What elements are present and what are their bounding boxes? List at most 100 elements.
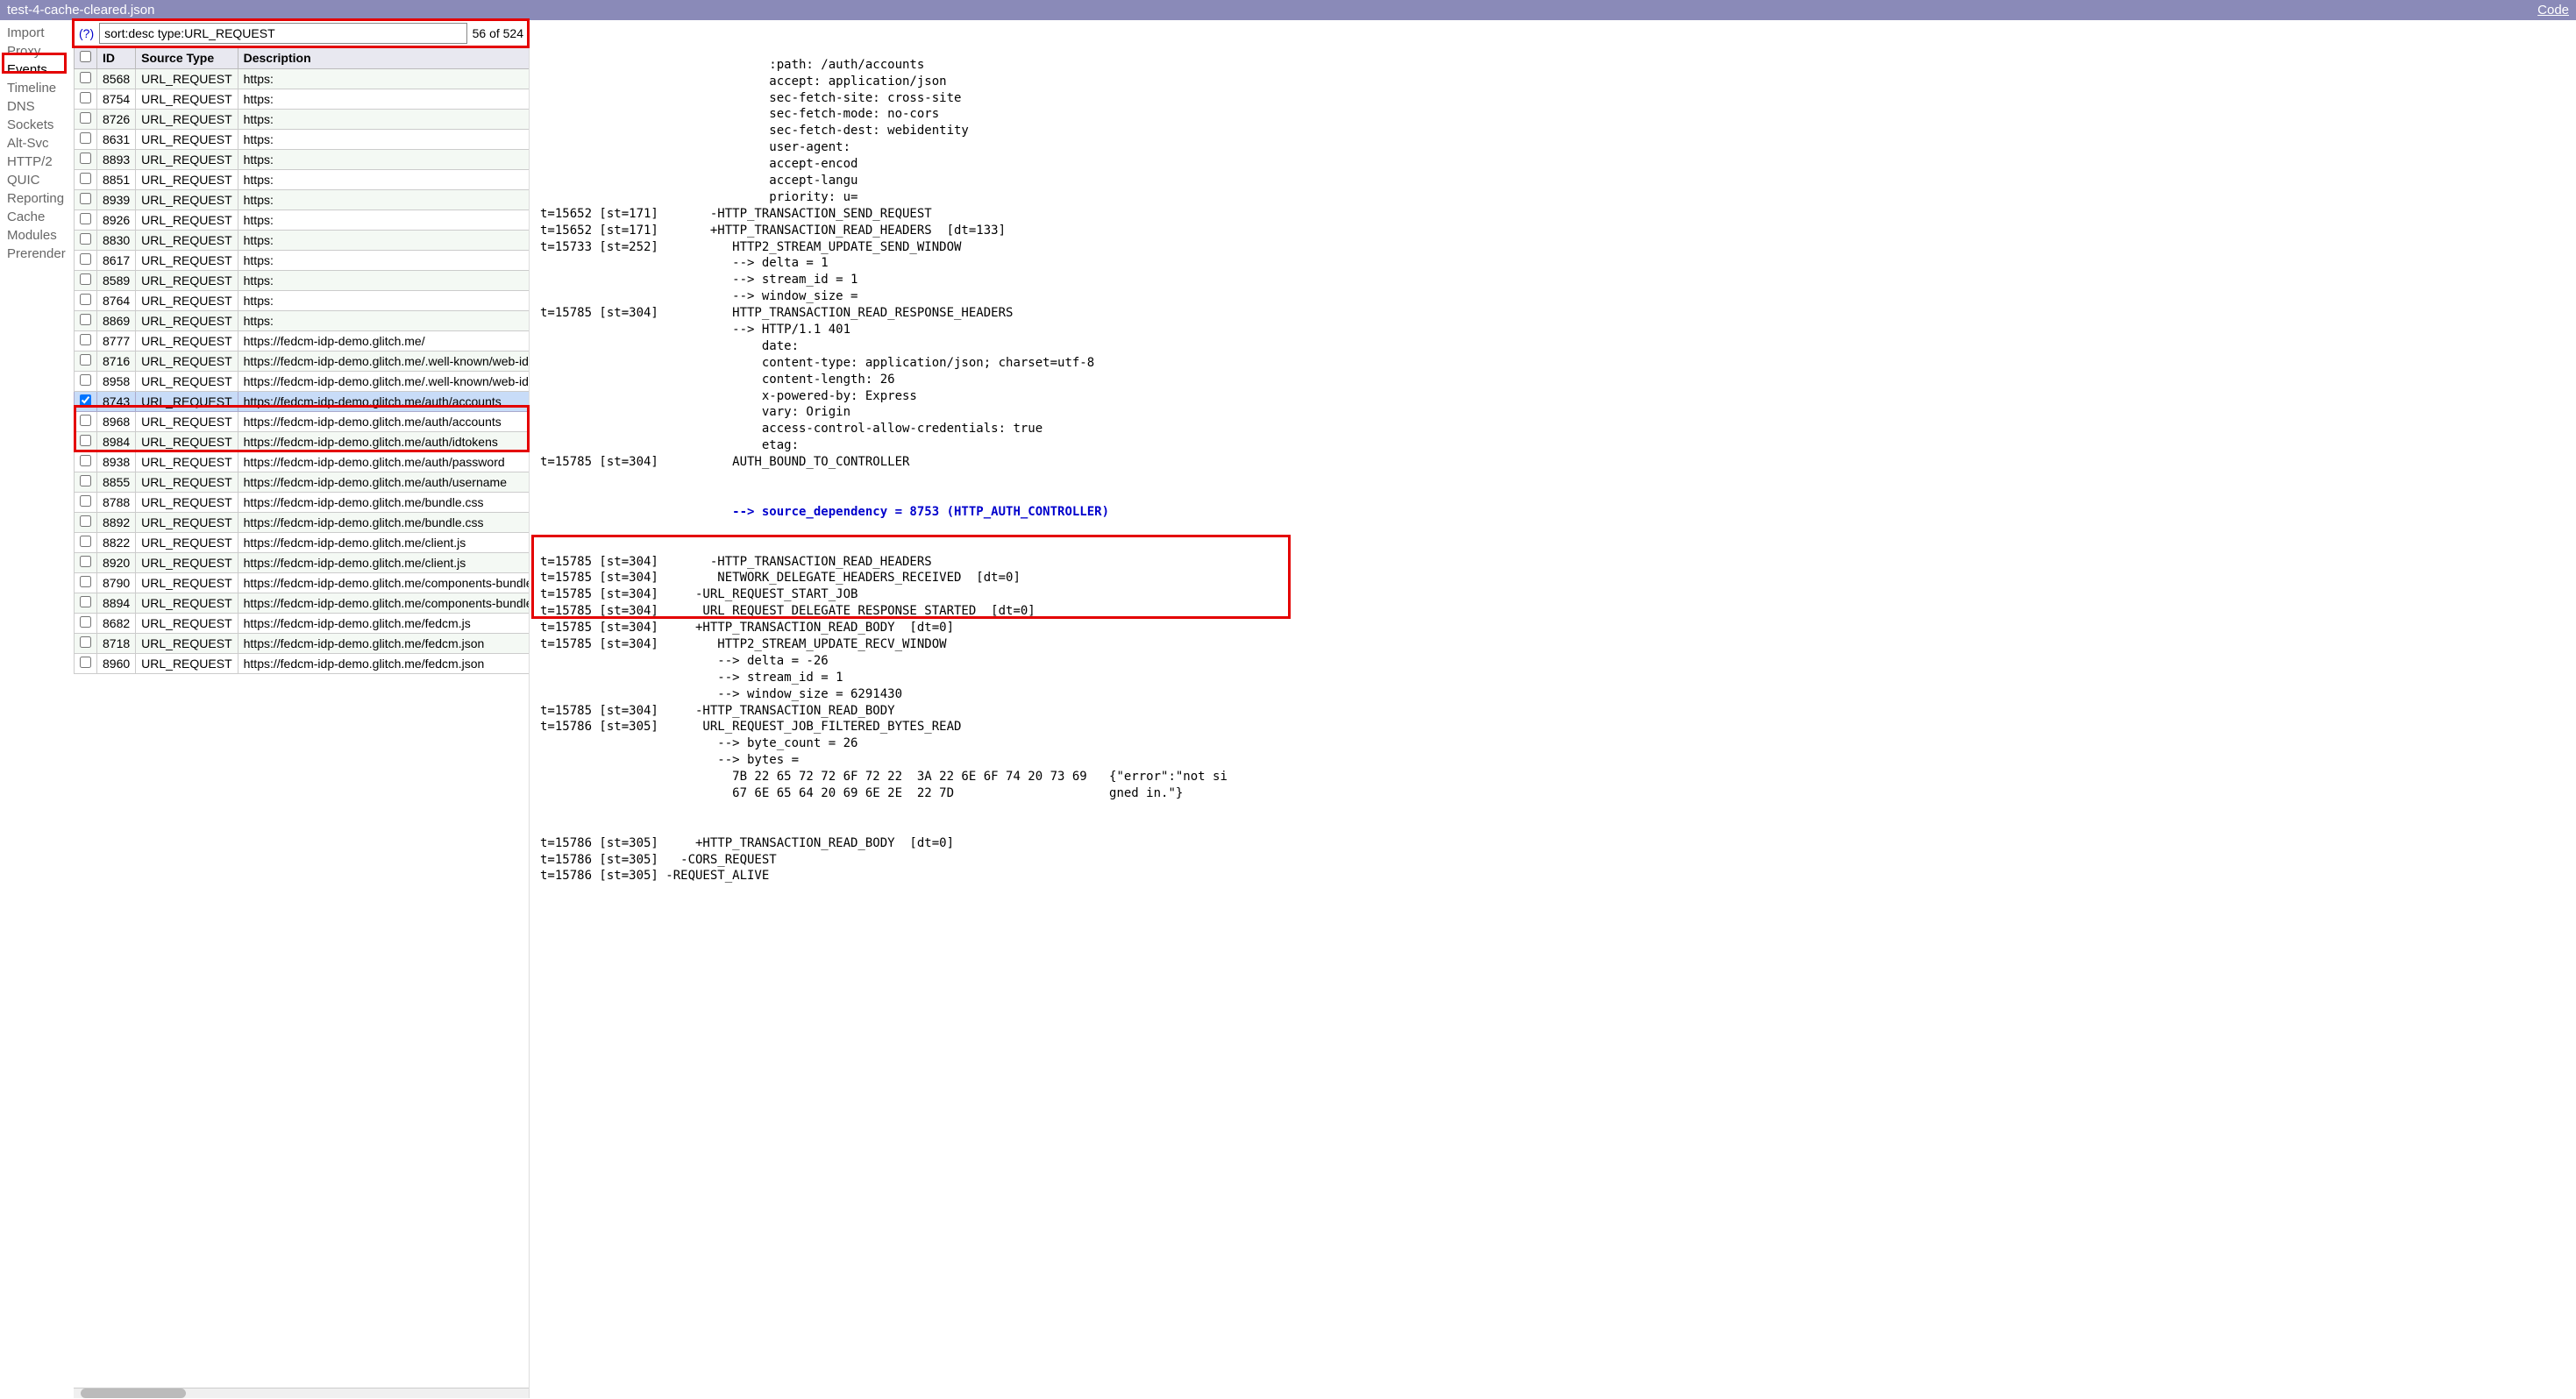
row-checkbox[interactable] (80, 374, 91, 386)
row-checkbox[interactable] (80, 273, 91, 285)
col-header-id[interactable]: ID (97, 47, 136, 69)
row-checkbox[interactable] (80, 294, 91, 305)
code-link[interactable]: Code (2537, 3, 2569, 18)
cell-type: URL_REQUEST (136, 231, 238, 251)
row-checkbox[interactable] (80, 72, 91, 83)
table-row[interactable]: 8754URL_REQUESThttps: (75, 89, 530, 110)
cell-id: 8892 (97, 513, 136, 533)
row-checkbox[interactable] (80, 132, 91, 144)
nav-item-import[interactable]: Import (0, 24, 74, 42)
table-row[interactable]: 8631URL_REQUESThttps: (75, 130, 530, 150)
col-header-type[interactable]: Source Type (136, 47, 238, 69)
table-row[interactable]: 8788URL_REQUESThttps://fedcm-idp-demo.gl… (75, 493, 530, 513)
row-checkbox[interactable] (80, 153, 91, 164)
row-checkbox[interactable] (80, 616, 91, 628)
cell-id: 8788 (97, 493, 136, 513)
table-row[interactable]: 8830URL_REQUESThttps: (75, 231, 530, 251)
table-row[interactable]: 8892URL_REQUESThttps://fedcm-idp-demo.gl… (75, 513, 530, 533)
nav-item-prerender[interactable]: Prerender (0, 245, 74, 263)
row-checkbox[interactable] (80, 455, 91, 466)
table-row[interactable]: 8718URL_REQUESThttps://fedcm-idp-demo.gl… (75, 634, 530, 654)
help-link[interactable]: (?) (79, 26, 94, 40)
nav-item-sockets[interactable]: Sockets (0, 116, 74, 134)
table-row[interactable]: 8958URL_REQUESThttps://fedcm-idp-demo.gl… (75, 372, 530, 392)
row-checkbox[interactable] (80, 193, 91, 204)
nav-item-dns[interactable]: DNS (0, 97, 74, 116)
nav-item-quic[interactable]: QUIC (0, 171, 74, 189)
row-checkbox[interactable] (80, 354, 91, 366)
log-line: t=15785 [st=304] -HTTP_TRANSACTION_READ_… (540, 554, 2565, 571)
table-row[interactable]: 8716URL_REQUESThttps://fedcm-idp-demo.gl… (75, 352, 530, 372)
table-row[interactable]: 8938URL_REQUESThttps://fedcm-idp-demo.gl… (75, 452, 530, 472)
details-pane[interactable]: :path: /auth/accounts accept: applicatio… (530, 20, 2576, 1398)
row-checkbox[interactable] (80, 334, 91, 345)
row-checkbox[interactable] (80, 435, 91, 446)
nav-item-timeline[interactable]: Timeline (0, 79, 74, 97)
table-row[interactable]: 8589URL_REQUESThttps: (75, 271, 530, 291)
cell-desc: https://fedcm-idp-demo.glitch.me/fedcm.j… (238, 634, 529, 654)
nav-item-reporting[interactable]: Reporting (0, 189, 74, 208)
row-checkbox[interactable] (80, 415, 91, 426)
cell-desc: https: (238, 311, 529, 331)
row-checkbox[interactable] (80, 394, 91, 406)
nav-item-proxy[interactable]: Proxy (0, 42, 74, 60)
row-checkbox[interactable] (80, 636, 91, 648)
cell-id: 8726 (97, 110, 136, 130)
row-checkbox[interactable] (80, 173, 91, 184)
cell-id: 8939 (97, 190, 136, 210)
row-checkbox[interactable] (80, 314, 91, 325)
nav-item-cache[interactable]: Cache (0, 208, 74, 226)
row-checkbox[interactable] (80, 253, 91, 265)
table-row[interactable]: 8939URL_REQUESThttps: (75, 190, 530, 210)
table-row[interactable]: 8894URL_REQUESThttps://fedcm-idp-demo.gl… (75, 593, 530, 614)
row-checkbox[interactable] (80, 495, 91, 507)
filter-input[interactable] (99, 23, 466, 44)
row-checkbox[interactable] (80, 576, 91, 587)
row-checkbox[interactable] (80, 213, 91, 224)
table-row[interactable]: 8682URL_REQUESThttps://fedcm-idp-demo.gl… (75, 614, 530, 634)
table-row[interactable]: 8726URL_REQUESThttps: (75, 110, 530, 130)
select-all-checkbox[interactable] (80, 51, 91, 62)
table-row[interactable]: 8568URL_REQUESThttps: (75, 69, 530, 89)
nav-item-altsvc[interactable]: Alt-Svc (0, 134, 74, 153)
table-row[interactable]: 8764URL_REQUESThttps: (75, 291, 530, 311)
table-row[interactable]: 8893URL_REQUESThttps: (75, 150, 530, 170)
row-checkbox[interactable] (80, 536, 91, 547)
log-line: :path: /auth/accounts (540, 57, 2565, 74)
row-checkbox[interactable] (80, 233, 91, 245)
nav-item-events[interactable]: Events (0, 60, 74, 79)
table-row[interactable]: 8822URL_REQUESThttps://fedcm-idp-demo.gl… (75, 533, 530, 553)
table-row[interactable]: 8777URL_REQUESThttps://fedcm-idp-demo.gl… (75, 331, 530, 352)
row-checkbox[interactable] (80, 657, 91, 668)
table-row[interactable]: 8855URL_REQUESThttps://fedcm-idp-demo.gl… (75, 472, 530, 493)
cell-desc: https: (238, 251, 529, 271)
cell-type: URL_REQUEST (136, 291, 238, 311)
table-row[interactable]: 8984URL_REQUESThttps://fedcm-idp-demo.gl… (75, 432, 530, 452)
nav-item-modules[interactable]: Modules (0, 226, 74, 245)
cell-id: 8984 (97, 432, 136, 452)
cell-desc: https: (238, 110, 529, 130)
nav-item-http2[interactable]: HTTP/2 (0, 153, 74, 171)
table-row[interactable]: 8790URL_REQUESThttps://fedcm-idp-demo.gl… (75, 573, 530, 593)
row-checkbox[interactable] (80, 92, 91, 103)
col-header-check[interactable] (75, 47, 97, 69)
table-row[interactable]: 8920URL_REQUESThttps://fedcm-idp-demo.gl… (75, 553, 530, 573)
table-row[interactable]: 8960URL_REQUESThttps://fedcm-idp-demo.gl… (75, 654, 530, 674)
log-line: vary: Origin (540, 404, 2565, 421)
table-row[interactable]: 8968URL_REQUESThttps://fedcm-idp-demo.gl… (75, 412, 530, 432)
table-row[interactable]: 8926URL_REQUESThttps: (75, 210, 530, 231)
table-row[interactable]: 8743URL_REQUESThttps://fedcm-idp-demo.gl… (75, 392, 530, 412)
row-checkbox[interactable] (80, 515, 91, 527)
row-checkbox[interactable] (80, 475, 91, 486)
horizontal-scrollbar[interactable] (74, 1388, 529, 1398)
row-checkbox[interactable] (80, 556, 91, 567)
row-checkbox[interactable] (80, 596, 91, 607)
table-row[interactable]: 8617URL_REQUESThttps: (75, 251, 530, 271)
row-checkbox[interactable] (80, 112, 91, 124)
col-header-desc[interactable]: Description (238, 47, 529, 69)
log-line: accept-encod (540, 156, 2565, 173)
table-row[interactable]: 8851URL_REQUESThttps: (75, 170, 530, 190)
log-line: content-type: application/json; charset=… (540, 355, 2565, 372)
cell-type: URL_REQUEST (136, 89, 238, 110)
table-row[interactable]: 8869URL_REQUESThttps: (75, 311, 530, 331)
